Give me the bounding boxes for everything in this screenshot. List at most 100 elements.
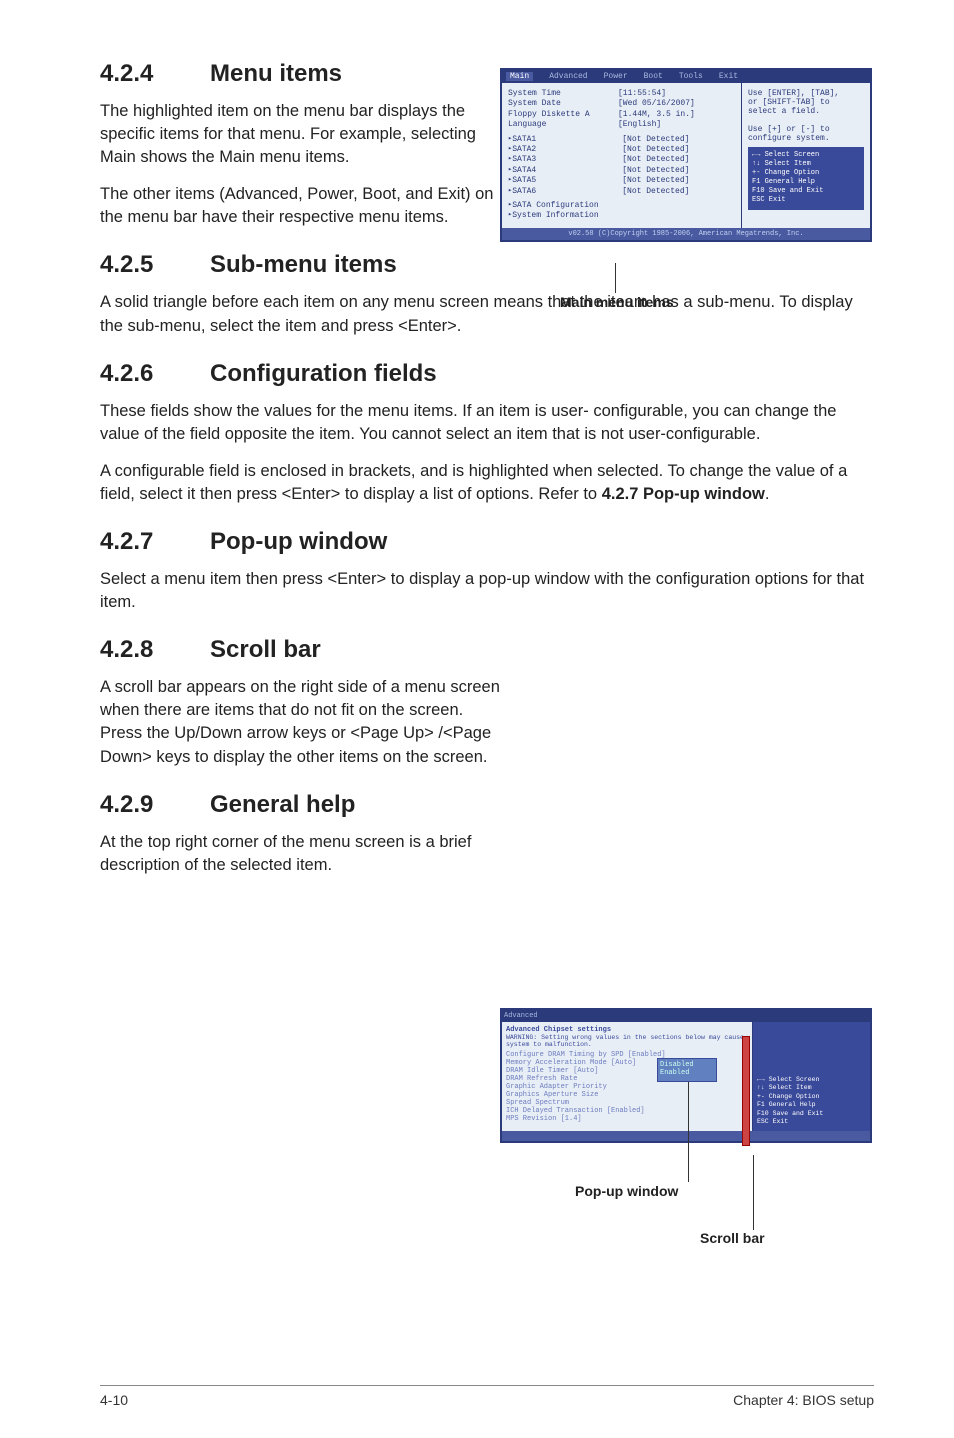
bios2-popup1: Enabled xyxy=(660,1069,714,1077)
bios1-s2-l: SATA3 xyxy=(512,155,622,165)
bios2-k2: +- Change Option xyxy=(757,1093,866,1101)
heading-425-title: Sub-menu items xyxy=(210,251,397,278)
bios1-tab-boot: Boot xyxy=(644,72,663,81)
p424a: The highlighted item on the menu bar dis… xyxy=(100,100,500,169)
p426b: A configurable field is enclosed in brac… xyxy=(100,460,874,506)
chapter-label: Chapter 4: BIOS setup xyxy=(733,1392,874,1408)
page-number: 4-10 xyxy=(100,1392,128,1408)
p426b-bold: 4.2.7 Pop-up window xyxy=(602,485,765,503)
bios2-r8: MPS Revision [1.4] xyxy=(506,1115,748,1123)
bios2-k4: F10 Save and Exit xyxy=(757,1110,866,1118)
bios1-h5: configure system. xyxy=(748,134,864,143)
bios1-s3-l: SATA4 xyxy=(512,166,622,176)
bios2-r7: ICH Delayed Transaction [Enabled] xyxy=(506,1107,748,1115)
bios1-tab-main: Main xyxy=(506,72,533,81)
bios2-r5: Graphics Aperture Size xyxy=(506,1091,748,1099)
bios1-h4: Use [+] or [-] to xyxy=(748,125,864,134)
bios1-s4-v: [Not Detected] xyxy=(622,176,689,186)
bios1-tab-exit: Exit xyxy=(719,72,738,81)
bios1-tab-power: Power xyxy=(604,72,628,81)
bios1-r3-v: [English] xyxy=(618,120,661,130)
bios1-r2-l: Floppy Diskette A xyxy=(508,110,618,120)
leader-line-1 xyxy=(615,263,616,293)
bios1-s3-v: [Not Detected] xyxy=(622,166,689,176)
bios1-r2-v: [1.44M, 3.5 in.] xyxy=(618,110,695,120)
heading-424-title: Menu items xyxy=(210,60,342,87)
bios1-tab-tools: Tools xyxy=(679,72,703,81)
bios1-tab-advanced: Advanced xyxy=(549,72,587,81)
p424b: The other items (Advanced, Power, Boot, … xyxy=(100,183,500,229)
bios1-k4: F10 Save and Exit xyxy=(752,187,860,196)
heading-428-num: 4.2.8 xyxy=(100,636,210,664)
heading-429-num: 4.2.9 xyxy=(100,791,210,819)
caption-main-menu-items: Main menu items xyxy=(560,294,674,310)
page-footer: 4-10 Chapter 4: BIOS setup xyxy=(100,1385,874,1408)
p425: A solid triangle before each item on any… xyxy=(100,291,874,337)
bios1-h1: or [SHIFT-TAB] to xyxy=(748,98,864,107)
bios1-keylegend: ←→ Select Screen ↑↓ Select Item +- Chang… xyxy=(748,147,864,210)
heading-424-num: 4.2.4 xyxy=(100,60,210,88)
bios1-r1-v: [Wed 05/16/2007] xyxy=(618,99,695,109)
bios2-r4: Graphic Adapter Priority xyxy=(506,1083,748,1091)
bios2-k3: F1 General Help xyxy=(757,1101,866,1109)
heading-427-num: 4.2.7 xyxy=(100,528,210,556)
bios2-k5: ESC Exit xyxy=(757,1118,866,1126)
bios1-r0-l: System Time xyxy=(508,89,618,99)
bios2-popup: Disabled Enabled xyxy=(657,1058,717,1082)
heading-428-title: Scroll bar xyxy=(210,636,321,663)
bios1-k5: ESC Exit xyxy=(752,196,860,205)
bios1-left-pane: System Time[11:55:54] System Date[Wed 05… xyxy=(502,83,742,228)
bios2-tab: Advanced xyxy=(504,1012,538,1020)
bios1-r3-l: Language xyxy=(508,120,618,130)
heading-429-title: General help xyxy=(210,791,355,818)
bios2-scrollbar xyxy=(742,1036,750,1146)
bios2-footer xyxy=(502,1131,870,1141)
p427: Select a menu item then press <Enter> to… xyxy=(100,568,874,614)
bios1-s4-l: SATA5 xyxy=(512,176,622,186)
bios1-k0: ←→ Select Screen xyxy=(752,151,860,160)
bios2-keylegend: ←→ Select Screen ↑↓ Select Item +- Chang… xyxy=(752,1022,870,1131)
bios1-sub0: SATA Configuration xyxy=(512,201,598,211)
heading-425: 4.2.5Sub-menu items xyxy=(100,251,874,279)
bios1-s5-v: [Not Detected] xyxy=(622,187,689,197)
bios2-k0: ←→ Select Screen xyxy=(757,1076,866,1084)
bios1-menubar: Main Advanced Power Boot Tools Exit xyxy=(502,70,870,83)
heading-427: 4.2.7Pop-up window xyxy=(100,528,874,556)
caption-scroll: Scroll bar xyxy=(700,1230,765,1246)
heading-426-title: Configuration fields xyxy=(210,360,437,387)
bios2-titlebar: Advanced xyxy=(502,1010,870,1022)
caption-popup: Pop-up window xyxy=(575,1183,678,1199)
bios1-h0: Use [ENTER], [TAB], xyxy=(748,89,864,98)
leader-popup xyxy=(688,1082,689,1182)
bios-main-screenshot: Main Advanced Power Boot Tools Exit Syst… xyxy=(500,68,872,242)
bios1-h2: select a field. xyxy=(748,107,864,116)
bios1-s0-v: [Not Detected] xyxy=(622,135,689,145)
bios2-warn: WARNING: Setting wrong values in the sec… xyxy=(506,1034,748,1048)
bios1-k3: F1 General Help xyxy=(752,178,860,187)
bios1-r0-v: [11:55:54] xyxy=(618,89,666,99)
bios-popup-screenshot: Advanced Advanced Chipset settings WARNI… xyxy=(500,1008,872,1143)
bios1-k1: ↑↓ Select Item xyxy=(752,160,860,169)
heading-425-num: 4.2.5 xyxy=(100,251,210,279)
bios1-s5-l: SATA6 xyxy=(512,187,622,197)
bios1-sub1: System Information xyxy=(512,211,598,221)
p426a: These fields show the values for the men… xyxy=(100,400,874,446)
bios1-k2: +- Change Option xyxy=(752,169,860,178)
bios2-popup0: Disabled xyxy=(660,1061,714,1069)
leader-scroll xyxy=(753,1155,754,1230)
bios1-help-pane: Use [ENTER], [TAB], or [SHIFT-TAB] to se… xyxy=(742,83,870,228)
bios1-r1-l: System Date xyxy=(508,99,618,109)
heading-428: 4.2.8Scroll bar xyxy=(100,636,874,664)
p426b-tail: . xyxy=(765,485,770,503)
bios1-s2-v: [Not Detected] xyxy=(622,155,689,165)
bios1-s1-v: [Not Detected] xyxy=(622,145,689,155)
bios1-s0-l: SATA1 xyxy=(512,135,622,145)
bios2-k1: ↑↓ Select Item xyxy=(757,1084,866,1092)
heading-427-title: Pop-up window xyxy=(210,528,387,555)
heading-429: 4.2.9General help xyxy=(100,791,874,819)
bios1-s1-l: SATA2 xyxy=(512,145,622,155)
heading-426-num: 4.2.6 xyxy=(100,360,210,388)
bios2-section: Advanced Chipset settings xyxy=(506,1026,748,1034)
bios2-r6: Spread Spectrum xyxy=(506,1099,748,1107)
heading-426: 4.2.6Configuration fields xyxy=(100,360,874,388)
